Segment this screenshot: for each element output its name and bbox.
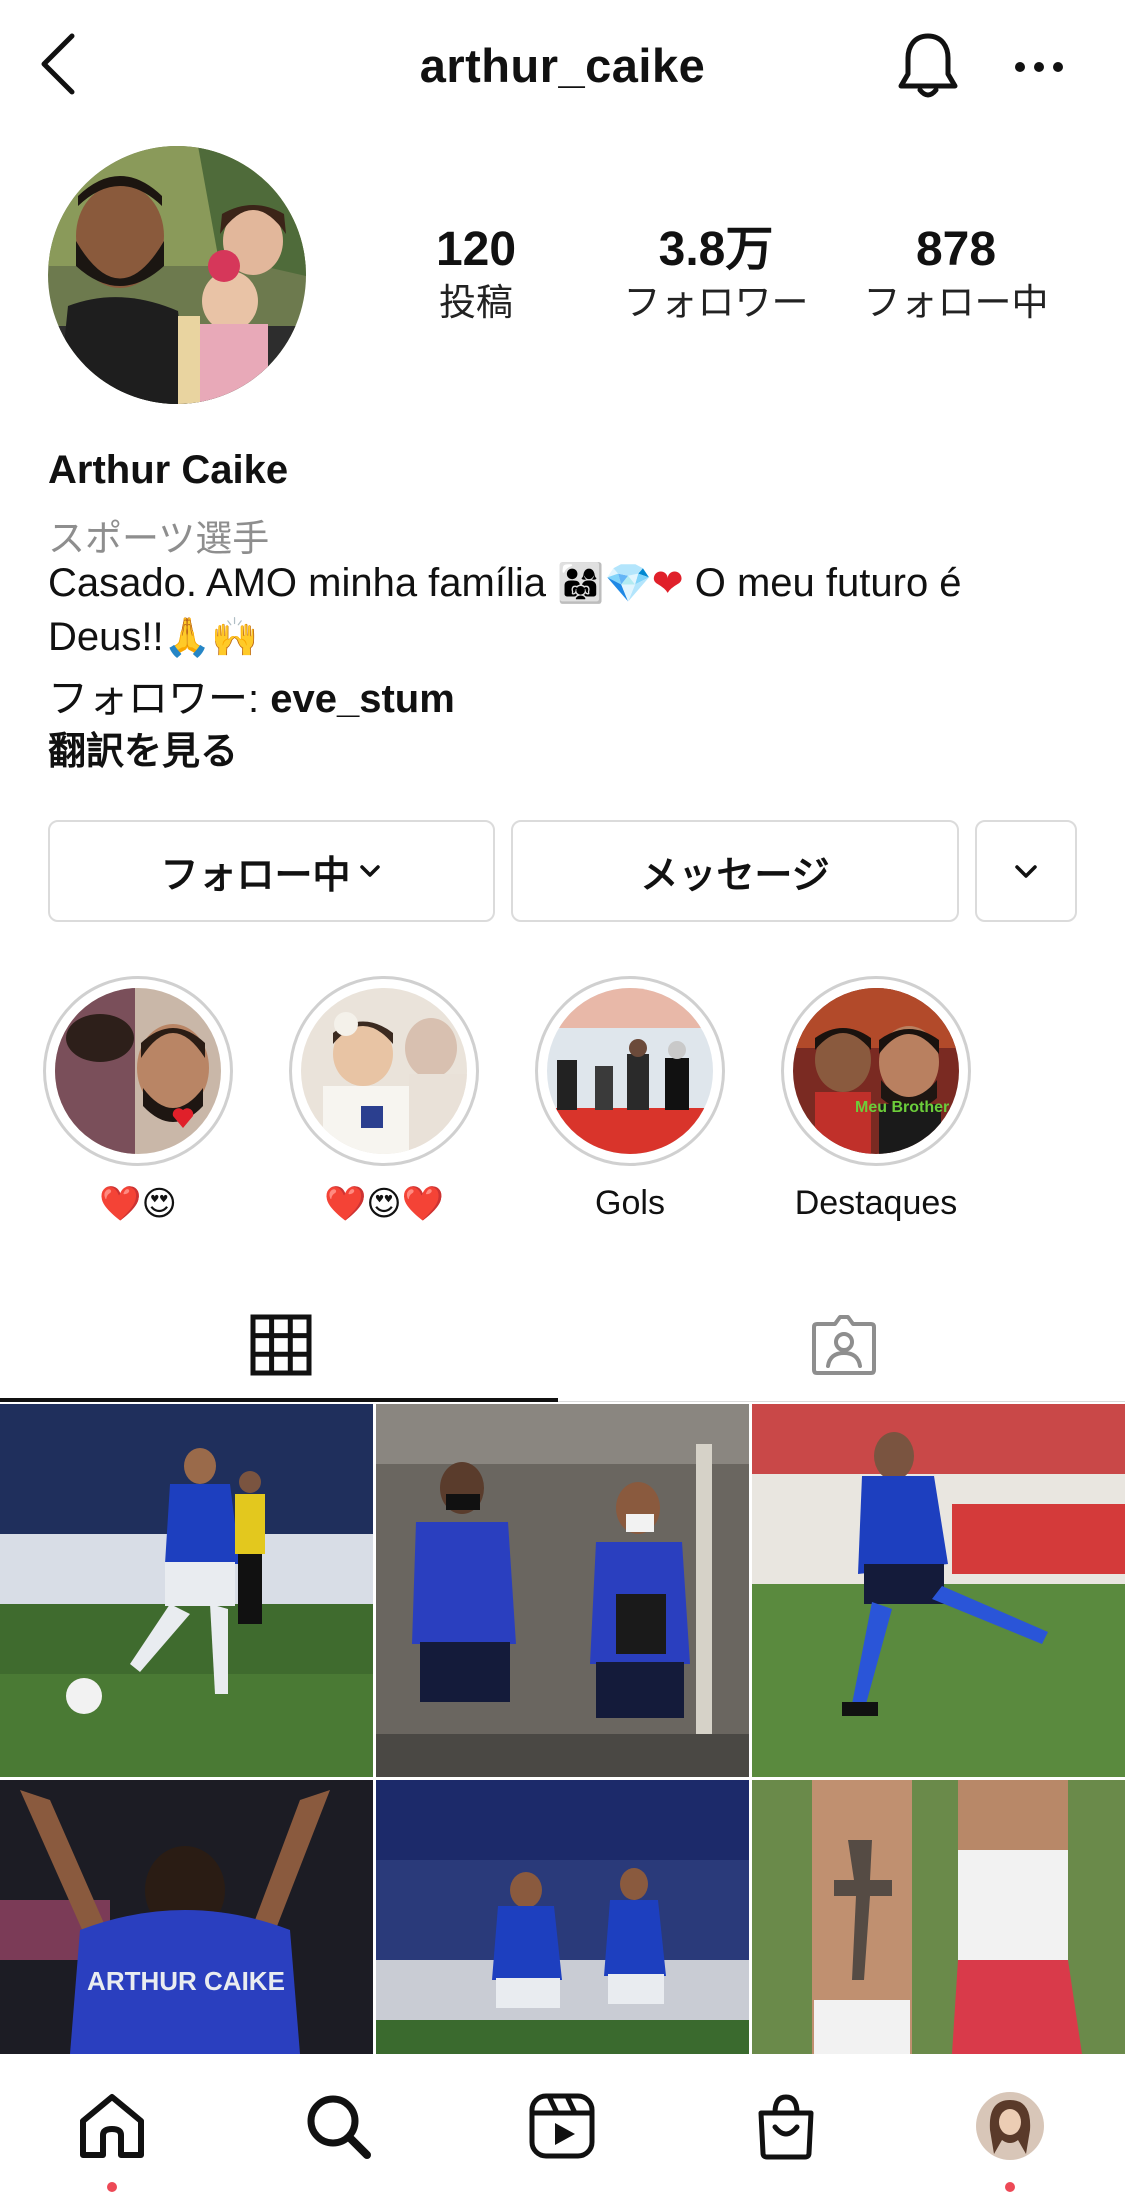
- following-button-label: フォロー中: [160, 854, 351, 897]
- profile-category: スポーツ選手: [48, 518, 270, 559]
- highlight-overlay-text: Meu Brother: [855, 1099, 949, 1116]
- posts-stat[interactable]: 120 投稿: [356, 222, 596, 328]
- tab-posts-grid[interactable]: [0, 1286, 562, 1404]
- jersey-text: ARTHUR CAIKE: [87, 1966, 285, 1996]
- chevron-down-icon: [359, 865, 380, 877]
- nav-search[interactable]: [298, 2086, 378, 2166]
- highlight-ring: [289, 976, 479, 1166]
- suggested-accounts-button[interactable]: [975, 820, 1077, 922]
- highlight-label: Gols: [595, 1184, 665, 1222]
- profile-avatar[interactable]: [48, 146, 306, 404]
- highlight-label: ❤️😍: [99, 1185, 177, 1223]
- family-emoji-icon: 👨‍👩‍👧: [557, 561, 605, 605]
- nav-profile[interactable]: [970, 2086, 1050, 2166]
- nav-shop[interactable]: [746, 2086, 826, 2166]
- following-button[interactable]: フォロー中: [48, 820, 495, 922]
- profile-bio: Casado. AMO minha família 👨‍👩‍👧💎❤ O meu …: [48, 556, 1088, 664]
- followed-by-user[interactable]: eve_stum: [270, 677, 455, 721]
- profile-avatar-icon: [976, 2092, 1044, 2160]
- praying-hands-emoji-icon: 🙏: [163, 615, 211, 659]
- followed-by[interactable]: フォロワー: eve_stum: [48, 666, 455, 724]
- highlight-cover: [55, 988, 221, 1154]
- bio-text: Casado. AMO minha família: [48, 561, 546, 605]
- ellipsis-icon: [1015, 62, 1063, 72]
- raised-hands-emoji-icon: 🙌: [210, 615, 259, 659]
- profile-tabs: [0, 1286, 1125, 1406]
- highlight-cover: [301, 988, 467, 1154]
- bio-text-line2: Deus!!: [48, 615, 164, 659]
- following-stat[interactable]: 878 フォロー中: [836, 222, 1076, 328]
- highlight-cover: [547, 988, 713, 1154]
- tagged-person-icon: [812, 1315, 876, 1375]
- grid-icon: [250, 1314, 312, 1376]
- profile-name: Arthur Caike: [48, 448, 289, 492]
- followers-stat[interactable]: 3.8万 フォロワー: [596, 222, 836, 328]
- highlight-item[interactable]: ❤️😍: [41, 976, 235, 1224]
- highlight-label: Destaques: [794, 1184, 958, 1222]
- highlight-ring: Meu Brother: [781, 976, 971, 1166]
- shop-bag-icon: [758, 2094, 814, 2160]
- message-button-label: メッセージ: [640, 854, 830, 897]
- highlight-item[interactable]: Meu Brother Destaques: [779, 976, 973, 1223]
- highlight-cover: Meu Brother: [793, 988, 959, 1154]
- home-notification-dot: [107, 2182, 117, 2192]
- bio-text-end: O meu futuro é: [694, 561, 962, 605]
- highlight-item[interactable]: ❤️😍❤️: [287, 976, 481, 1224]
- following-count: 878: [915, 223, 997, 276]
- notifications-button[interactable]: [896, 30, 960, 102]
- message-button[interactable]: メッセージ: [511, 820, 959, 922]
- nav-reels[interactable]: [522, 2086, 602, 2166]
- followers-label: フォロワー: [623, 282, 809, 323]
- search-icon: [307, 2095, 371, 2159]
- highlight-label: ❤️😍❤️: [323, 1185, 445, 1223]
- tab-tagged[interactable]: [563, 1286, 1125, 1404]
- more-options-button[interactable]: [1014, 52, 1064, 82]
- see-translation-link[interactable]: 翻訳を見る: [48, 720, 238, 775]
- profile-notification-dot: [1005, 2182, 1015, 2192]
- followers-count: 3.8万: [658, 223, 774, 276]
- active-tab-indicator: [0, 1398, 558, 1402]
- chevron-down-icon: [1015, 865, 1037, 878]
- post-thumbnail[interactable]: [0, 1404, 373, 1777]
- gem-emoji-icon: 💎: [604, 561, 652, 605]
- posts-count: 120: [435, 223, 517, 276]
- top-bar: arthur_caike: [0, 0, 1125, 135]
- highlight-item[interactable]: Gols: [533, 976, 727, 1223]
- post-thumbnail[interactable]: [376, 1404, 749, 1777]
- posts-label: 投稿: [439, 282, 513, 323]
- highlight-ring: [535, 976, 725, 1166]
- home-icon: [80, 2094, 144, 2158]
- bottom-navigation: [0, 2054, 1125, 2202]
- reels-icon: [529, 2093, 595, 2159]
- nav-home[interactable]: [72, 2086, 152, 2166]
- post-thumbnail[interactable]: [752, 1404, 1125, 1777]
- posts-grid: ARTHUR CAIKE: [0, 1404, 1125, 2054]
- highlight-ring: [43, 976, 233, 1166]
- following-label: フォロー中: [863, 282, 1049, 323]
- followed-by-prefix: フォロワー:: [48, 677, 271, 721]
- heart-emoji-icon: ❤: [651, 561, 684, 605]
- bell-icon: [898, 33, 958, 98]
